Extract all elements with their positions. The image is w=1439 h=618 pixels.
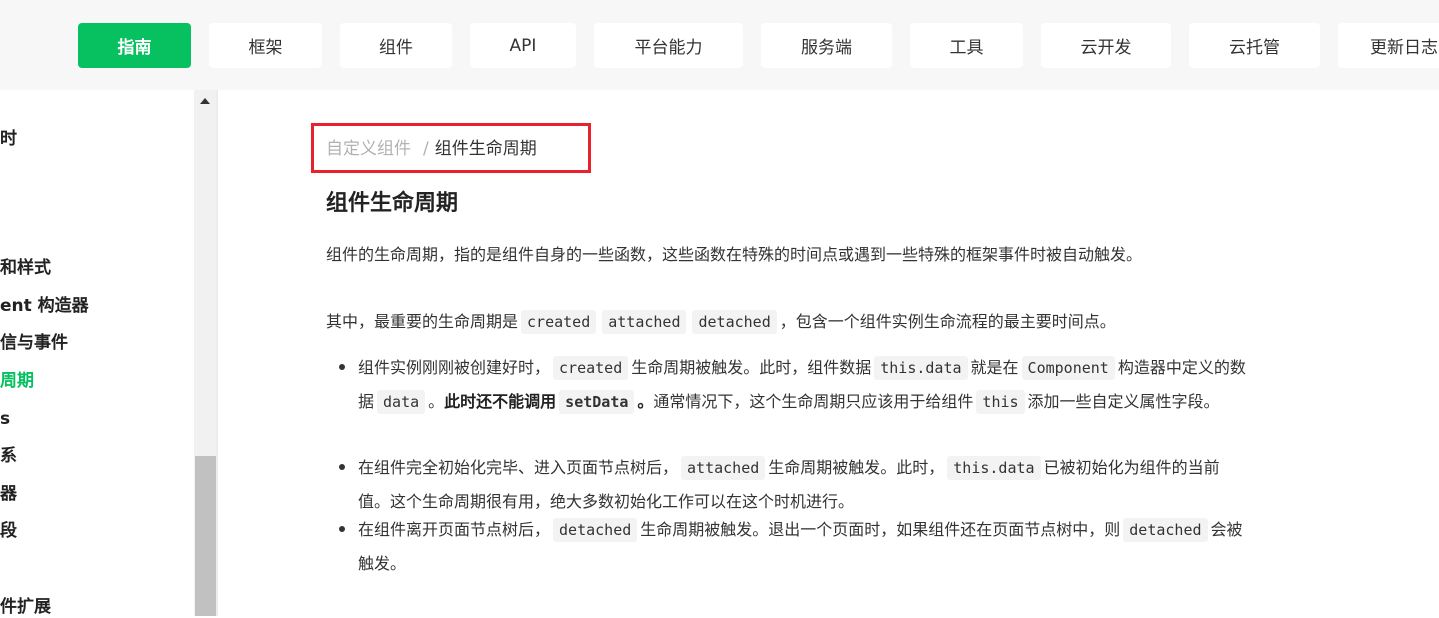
breadcrumb: 自定义组件 / 组件生命周期 xyxy=(326,137,537,161)
list-text: 添加一些自定义属性字段。 xyxy=(1027,392,1220,411)
sidebar-item[interactable]: 时 xyxy=(0,128,17,150)
list-text: 就是在 xyxy=(970,358,1019,377)
code-detached: detached xyxy=(553,518,638,542)
sidebar-divider xyxy=(216,90,218,616)
sidebar-item[interactable]: 段 xyxy=(0,520,17,542)
warning-label: 此时还不能调用 xyxy=(444,392,557,411)
warning-label: 。 xyxy=(637,392,654,411)
sidebar-item[interactable]: 信与事件 xyxy=(0,332,68,354)
summary-paragraph: 其中，最重要的生命周期是 created attached detached ，包含一个… xyxy=(326,307,1226,337)
code-detached: detached xyxy=(1123,518,1208,542)
code-setdata: setData xyxy=(559,390,635,414)
bullet-dot xyxy=(339,364,345,370)
sidebar-item-active[interactable]: 周期 xyxy=(0,370,34,392)
nav-tab-api[interactable]: API xyxy=(470,23,576,68)
bullet-dot xyxy=(339,526,345,532)
summary-text: 其中，最重要的生命周期是 xyxy=(326,312,519,331)
nav-tab-framework[interactable]: 框架 xyxy=(209,23,322,68)
code-this-data: this.data xyxy=(947,456,1041,480)
list-text: 在组件离开页面节点树后， xyxy=(358,520,551,539)
list-text: 在组件完全初始化完毕、进入页面节点树后， xyxy=(358,458,679,477)
code-detached: detached xyxy=(692,310,777,334)
nav-tab-cloud-dev[interactable]: 云开发 xyxy=(1041,23,1171,68)
code-this: this xyxy=(976,390,1025,414)
code-attached: attached xyxy=(681,456,766,480)
list-item-created: 组件实例刚刚被创建好时， created 生命周期被触发。此时，组件数据 this.d… xyxy=(358,351,1248,419)
breadcrumb-current: 组件生命周期 xyxy=(434,139,537,159)
sidebar-item[interactable]: 系 xyxy=(0,445,17,467)
code-attached: attached xyxy=(602,310,687,334)
sidebar-item[interactable]: ent 构造器 xyxy=(0,295,89,317)
nav-tab-components[interactable]: 组件 xyxy=(340,23,452,68)
list-text: 组件实例刚刚被创建好时， xyxy=(358,358,551,377)
summary-text: ，包含一个组件实例生命流程的最主要时间点。 xyxy=(779,312,1116,331)
code-created: created xyxy=(553,356,629,380)
nav-tab-platform[interactable]: 平台能力 xyxy=(594,23,743,68)
nav-tab-guide[interactable]: 指南 xyxy=(78,23,191,68)
breadcrumb-parent-link[interactable]: 自定义组件 xyxy=(326,139,411,159)
top-nav-bar: 指南 框架 组件 API 平台能力 服务端 工具 云开发 云托管 更新日志 xyxy=(0,0,1439,90)
list-text: 生命周期被触发。此时，组件数据 xyxy=(631,358,872,377)
code-component: Component xyxy=(1021,356,1115,380)
code-this-data: this.data xyxy=(874,356,968,380)
nav-tab-cloud-hosting[interactable]: 云托管 xyxy=(1189,23,1320,68)
scrollbar-thumb[interactable] xyxy=(195,456,216,616)
sidebar-item[interactable]: 件扩展 xyxy=(0,596,51,618)
list-text: 生命周期被触发。此时， xyxy=(768,458,945,477)
bullet-dot xyxy=(339,464,345,470)
breadcrumb-separator: / xyxy=(423,139,429,159)
nav-tab-tools[interactable]: 工具 xyxy=(910,23,1023,68)
intro-paragraph: 组件的生命周期，指的是组件自身的一些函数，这些函数在特殊的时间点或遇到一些特殊的… xyxy=(326,245,1143,264)
warning-text: 此时还不能调用 setData。 xyxy=(444,390,654,414)
code-created: created xyxy=(521,310,597,334)
list-text: 生命周期被触发。退出一个页面时，如果组件还在页面节点树中，则 xyxy=(640,520,1121,539)
scroll-up-arrow-icon[interactable] xyxy=(200,98,210,104)
nav-tab-changelog[interactable]: 更新日志 xyxy=(1338,23,1439,68)
code-data: data xyxy=(377,390,426,414)
list-item-detached: 在组件离开页面节点树后， detached 生命周期被触发。退出一个页面时，如果组件… xyxy=(358,513,1248,580)
list-item-attached: 在组件完全初始化完毕、进入页面节点树后， attached 生命周期被触发。此时， t… xyxy=(358,451,1248,518)
sidebar-item[interactable]: 和样式 xyxy=(0,257,51,279)
list-text: 通常情况下，这个生命周期只应该用于给组件 xyxy=(653,392,974,411)
list-text: 。 xyxy=(428,392,445,411)
sidebar-item[interactable]: s xyxy=(0,408,10,430)
page-title: 组件生命周期 xyxy=(326,191,459,216)
nav-tab-server[interactable]: 服务端 xyxy=(761,23,892,68)
sidebar-item[interactable]: 器 xyxy=(0,483,17,505)
